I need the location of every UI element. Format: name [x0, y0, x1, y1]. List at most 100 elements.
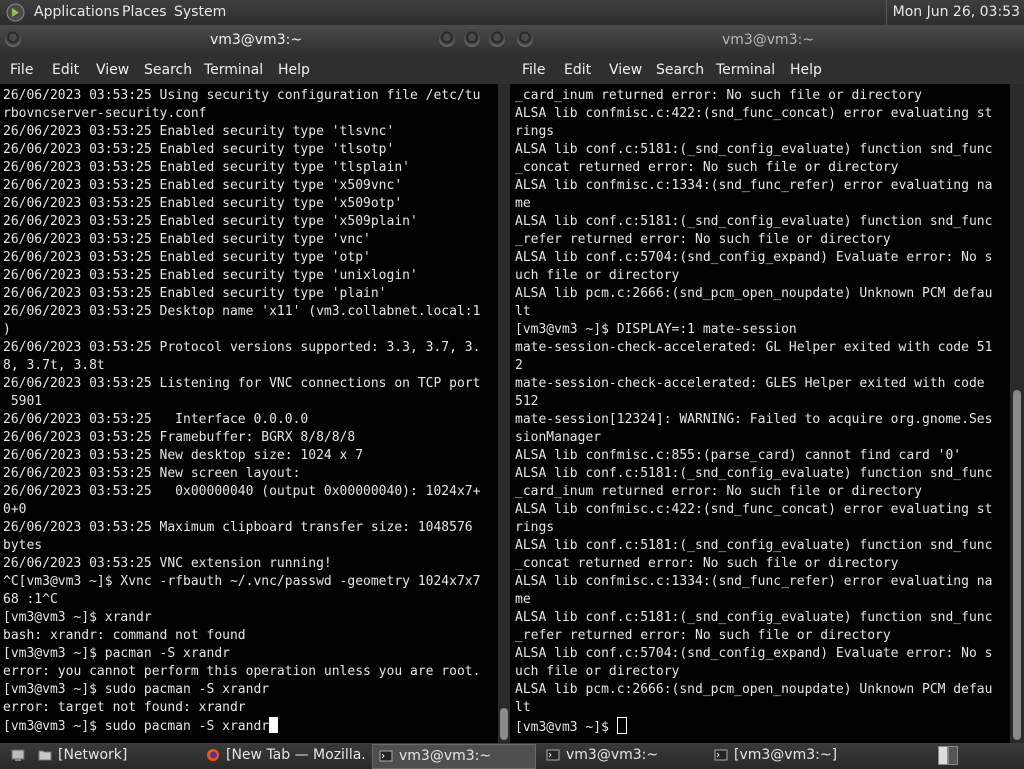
terminal-line: bash: xrandr: command not found — [3, 627, 246, 645]
terminal-line-text: uch file or directory — [515, 664, 680, 679]
terminal-line-text: ALSA lib confmisc.c:422:(snd_func_concat… — [515, 502, 993, 517]
minimize-button[interactable] — [439, 31, 455, 47]
menu-view[interactable]: View — [609, 62, 642, 78]
menu-search[interactable]: Search — [656, 62, 704, 78]
terminal-line: _concat returned error: No such file or … — [515, 555, 899, 573]
menu-help[interactable]: Help — [790, 62, 822, 78]
terminal-line-text: 68 :1^C — [3, 592, 58, 607]
terminal-line: me — [515, 195, 531, 213]
terminal-line-text: 26/06/2023 03:53:25 Enabled security typ… — [3, 178, 403, 193]
terminal-line-text: 26/06/2023 03:53:25 Enabled security typ… — [3, 142, 395, 157]
terminal-line-text: _refer returned error: No such file or d… — [515, 628, 891, 643]
taskbar-item-firefox[interactable]: [New Tab — Mozilla... — [200, 744, 368, 767]
terminal-line-text: 26/06/2023 03:53:25 Listening for VNC co… — [3, 376, 481, 391]
terminal-line-text: 512 — [515, 394, 539, 409]
terminal-line-text: ALSA lib confmisc.c:1334:(snd_func_refer… — [515, 178, 993, 193]
terminal-line-text: _concat returned error: No such file or … — [515, 160, 899, 175]
terminal-line: 26/06/2023 03:53:25 Enabled security typ… — [3, 123, 394, 141]
terminal-line: _refer returned error: No such file or d… — [515, 231, 891, 249]
menu-edit[interactable]: Edit — [564, 62, 591, 78]
terminal-line-text: me — [515, 592, 531, 607]
terminal-line-text: _card_inum returned error: No such file … — [515, 484, 922, 499]
taskbar-item-terminal-1[interactable]: vm3@vm3:~ — [372, 744, 536, 769]
terminal-line-text: 8, 3.7t, 3.8t — [3, 358, 105, 373]
terminal-line: ^C[vm3@vm3 ~]$ Xvnc -rfbauth ~/.vnc/pass… — [3, 573, 480, 591]
terminal-line: 26/06/2023 03:53:25 Enabled security typ… — [3, 249, 371, 267]
right-scrollbar[interactable] — [1010, 84, 1024, 743]
terminal-line: 26/06/2023 03:53:25 Enabled security typ… — [3, 231, 371, 249]
taskbar-item-terminal-3[interactable]: [vm3@vm3:~] — [708, 744, 872, 767]
left-scrollbar[interactable] — [498, 84, 510, 743]
show-desktop-button[interactable] — [6, 744, 30, 767]
taskbar-item-label: [Network] — [58, 747, 128, 763]
menu-terminal[interactable]: Terminal — [716, 62, 775, 78]
left-menubar: File Edit View Search Terminal Help — [0, 56, 512, 84]
terminal-line-text: 26/06/2023 03:53:25 Enabled security typ… — [3, 196, 403, 211]
places-menu[interactable]: Places — [122, 4, 167, 20]
terminal-line: uch file or directory — [515, 663, 679, 681]
terminal-line: 2 — [515, 357, 523, 375]
menu-edit[interactable]: Edit — [52, 62, 79, 78]
terminal-line: ALSA lib conf.c:5704:(snd_config_expand)… — [515, 249, 992, 267]
terminal-icon — [714, 749, 728, 761]
left-terminal-output[interactable]: 26/06/2023 03:53:25 Using security confi… — [0, 84, 498, 743]
terminal-line: [vm3@vm3 ~]$ sudo pacman -S xrandr — [3, 681, 269, 699]
terminal-line-text: 26/06/2023 03:53:25 Enabled security typ… — [3, 232, 371, 247]
terminal-line-text: ALSA lib confmisc.c:855:(parse_card) can… — [515, 448, 962, 463]
maximize-button[interactable] — [464, 31, 480, 47]
terminal-line-text: 2 — [515, 358, 523, 373]
terminal-line: ALSA lib confmisc.c:422:(snd_func_concat… — [515, 105, 992, 123]
terminal-cursor — [269, 717, 279, 733]
workspace-switcher[interactable] — [936, 744, 958, 767]
menu-file[interactable]: File — [522, 62, 545, 78]
terminal-line-text: bytes — [3, 538, 43, 553]
terminal-line: 512 — [515, 393, 538, 411]
terminal-line: error: you cannot perform this operation… — [3, 663, 480, 681]
mate-logo-icon[interactable] — [6, 3, 25, 22]
taskbar-item-terminal-2[interactable]: vm3@vm3:~ — [540, 744, 702, 767]
terminal-line: 26/06/2023 03:53:25 Interface 0.0.0.0 — [3, 411, 308, 429]
terminal-line: ALSA lib conf.c:5181:(_snd_config_evalua… — [515, 609, 992, 627]
workspace-1[interactable] — [938, 746, 948, 765]
terminal-line: [vm3@vm3 ~]$ — [515, 717, 627, 737]
terminal-line: lt — [515, 699, 531, 717]
terminal-line: ALSA lib conf.c:5704:(snd_config_expand)… — [515, 645, 992, 663]
terminal-line-text: rings — [515, 520, 555, 535]
terminal-line-text: ALSA lib pcm.c:2666:(snd_pcm_open_noupda… — [515, 682, 993, 697]
terminal-line-text: rbovncserver-security.conf — [3, 106, 207, 121]
applications-menu[interactable]: Applications — [34, 4, 120, 20]
terminal-line-text: _refer returned error: No such file or d… — [515, 232, 891, 247]
right-titlebar[interactable]: vm3@vm3:~ — [512, 25, 1024, 56]
terminal-line: ALSA lib confmisc.c:1334:(snd_func_refer… — [515, 177, 992, 195]
workspace-2[interactable] — [948, 746, 958, 765]
terminal-line-text: uch file or directory — [515, 268, 680, 283]
menu-view[interactable]: View — [96, 62, 129, 78]
terminal-line-text: 26/06/2023 03:53:25 Desktop name 'x11' (… — [3, 304, 481, 319]
menu-help[interactable]: Help — [278, 62, 310, 78]
menu-terminal[interactable]: Terminal — [204, 62, 263, 78]
right-menubar: File Edit View Search Terminal Help — [512, 56, 1024, 84]
right-terminal-output[interactable]: _card_inum returned error: No such file … — [512, 84, 1010, 743]
terminal-line: 26/06/2023 03:53:25 Listening for VNC co… — [3, 375, 480, 393]
clock[interactable]: Mon Jun 26, 03:53 — [885, 0, 1024, 25]
right-scroll-thumb[interactable] — [1013, 390, 1021, 740]
terminal-line-text: 26/06/2023 03:53:25 Enabled security typ… — [3, 250, 371, 265]
left-scroll-thumb[interactable] — [500, 708, 508, 740]
menu-search[interactable]: Search — [144, 62, 192, 78]
bottom-panel: [Network] [New Tab — Mozilla... vm3@vm3:… — [0, 743, 1024, 769]
system-menu[interactable]: System — [174, 4, 226, 20]
close-button[interactable] — [489, 31, 505, 47]
menu-file[interactable]: File — [10, 62, 33, 78]
terminal-line: 26/06/2023 03:53:25 Framebuffer: BGRX 8/… — [3, 429, 355, 447]
terminal-line-text: error: you cannot perform this operation… — [3, 664, 481, 679]
terminal-line: 68 :1^C — [3, 591, 58, 609]
terminal-line-text: mate-session-check-accelerated: GL Helpe… — [515, 340, 993, 355]
terminal-line: 26/06/2023 03:53:25 Maximum clipboard tr… — [3, 519, 473, 537]
terminal-line-text: [vm3@vm3 ~]$ — [515, 720, 617, 735]
left-titlebar[interactable]: vm3@vm3:~ — [0, 25, 512, 56]
taskbar-item-network[interactable]: [Network] — [32, 744, 194, 767]
terminal-line: rbovncserver-security.conf — [3, 105, 207, 123]
terminal-line-text: 26/06/2023 03:53:25 New desktop size: 10… — [3, 448, 364, 463]
terminal-line: _concat returned error: No such file or … — [515, 159, 899, 177]
terminal-line-text: mate-session[12324]: WARNING: Failed to … — [515, 412, 993, 427]
